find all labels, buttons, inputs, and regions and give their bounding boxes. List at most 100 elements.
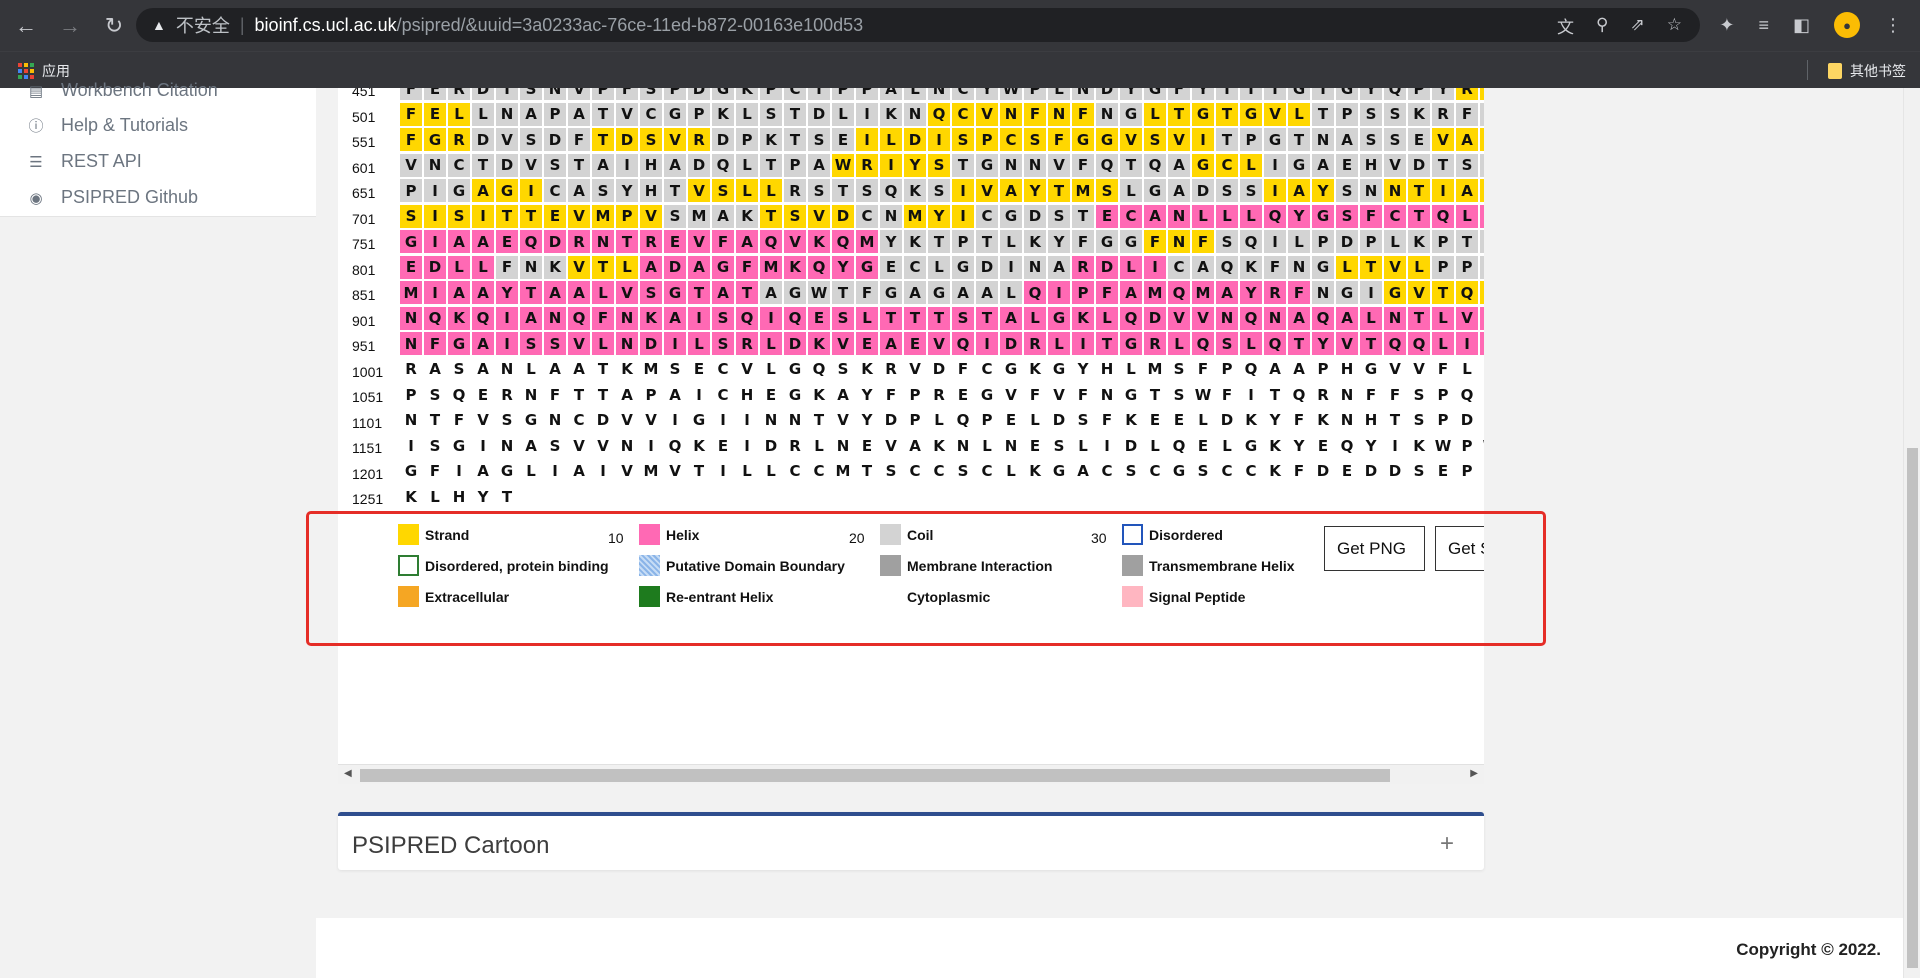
residue-cell: L bbox=[808, 434, 830, 457]
residue-cell: T bbox=[1216, 128, 1238, 151]
residue-cell: G bbox=[1120, 102, 1142, 126]
residue-cell: C bbox=[568, 408, 590, 432]
residue-cell: A bbox=[1168, 179, 1190, 202]
sidebar-item-workbench-citation[interactable]: ▤ Workbench Citation bbox=[28, 80, 218, 101]
residue-cell: R bbox=[1144, 332, 1166, 355]
scroll-left-icon[interactable]: ◀ bbox=[344, 768, 352, 779]
residue-cell: S bbox=[712, 306, 734, 330]
side-panel-icon[interactable]: ◧ bbox=[1793, 15, 1810, 36]
residue-cell: I bbox=[952, 179, 974, 202]
residue-cell: R bbox=[1312, 383, 1334, 406]
profile-avatar[interactable]: ● bbox=[1834, 12, 1860, 38]
vertical-scroll-thumb[interactable] bbox=[1907, 448, 1918, 968]
residue-cell: T bbox=[1072, 204, 1094, 228]
residue-cell: T bbox=[1288, 128, 1310, 151]
residue-cell: E bbox=[664, 230, 686, 253]
expand-plus-icon[interactable]: + bbox=[1440, 830, 1454, 858]
residue-cell: D bbox=[1192, 179, 1214, 202]
row-number: 851 bbox=[352, 287, 376, 303]
coil-swatch bbox=[880, 524, 901, 545]
sidebar-item-github[interactable]: ◉ PSIPRED Github bbox=[28, 187, 198, 208]
residue-cell: R bbox=[568, 230, 590, 253]
residue-cell: I bbox=[952, 204, 974, 228]
residue-cell: Y bbox=[1072, 357, 1094, 381]
residue-cell: V bbox=[400, 153, 422, 177]
bookmark-star-icon[interactable]: ☆ bbox=[1667, 15, 1682, 35]
residue-cell: F bbox=[616, 88, 638, 100]
residue-cell: C bbox=[904, 459, 926, 483]
horizontal-scrollbar[interactable]: ◀ ▶ bbox=[338, 764, 1484, 784]
residue-cell: V bbox=[616, 459, 638, 483]
residue-cell: R bbox=[400, 357, 422, 381]
residue-cell: N bbox=[1168, 230, 1190, 253]
forward-icon[interactable]: → bbox=[52, 8, 88, 44]
residue-cell: S bbox=[1336, 179, 1358, 202]
residue-cell: Q bbox=[736, 306, 758, 330]
residue-cell: I bbox=[496, 88, 518, 100]
residue-cell: G bbox=[448, 179, 470, 202]
horizontal-scroll-thumb[interactable] bbox=[360, 769, 1390, 782]
residue-cell: L bbox=[880, 128, 902, 151]
residue-cell: H bbox=[736, 383, 758, 406]
menu-icon[interactable]: ⋮ bbox=[1884, 15, 1902, 36]
residue-cell: C bbox=[952, 102, 974, 126]
residue-cell: N bbox=[1264, 306, 1286, 330]
residue-cell: Y bbox=[1288, 434, 1310, 457]
residue-cell: S bbox=[808, 128, 830, 151]
residue-cell: G bbox=[1192, 102, 1214, 126]
back-icon[interactable]: ← bbox=[8, 8, 44, 44]
residue-cell: L bbox=[520, 357, 542, 381]
address-bar[interactable]: ▲ 不安全 | bioinf.cs.ucl.ac.uk /psipred/&uu… bbox=[136, 8, 1700, 42]
sidebar-item-label: Workbench Citation bbox=[61, 80, 218, 100]
residue-cell: G bbox=[496, 179, 518, 202]
sidebar-item-rest-api[interactable]: ☰ REST API bbox=[28, 151, 141, 172]
residue-cell: G bbox=[856, 255, 878, 279]
legend-label: Re-entrant Helix bbox=[666, 588, 774, 605]
residue-cell: F bbox=[448, 408, 470, 432]
legend-label: Disordered, protein binding bbox=[425, 557, 609, 574]
residue-cell: I bbox=[520, 179, 542, 202]
residue-cell: K bbox=[1408, 230, 1430, 253]
reload-icon[interactable]: ↻ bbox=[96, 8, 132, 44]
residue-cell: V bbox=[1408, 281, 1430, 304]
residue-cell: G bbox=[1048, 306, 1070, 330]
other-bookmarks[interactable]: 其他书签 bbox=[1828, 61, 1906, 81]
residue-cell: S bbox=[1456, 153, 1478, 177]
residue-cell: L bbox=[448, 255, 470, 279]
translate-icon[interactable]: 文 bbox=[1557, 13, 1574, 38]
residue-cell: G bbox=[1144, 179, 1166, 202]
residue-cell: Y bbox=[1264, 408, 1286, 432]
extensions-icon[interactable]: ✦ bbox=[1719, 15, 1734, 36]
residue-cell: K bbox=[856, 357, 878, 381]
residue-cell: D bbox=[1384, 459, 1406, 483]
residue-cell: I bbox=[544, 459, 566, 483]
residue-cell: C bbox=[712, 357, 734, 381]
zoom-icon[interactable]: ⚲ bbox=[1596, 15, 1608, 35]
residue-cell: F bbox=[424, 459, 446, 483]
residue-cell: K bbox=[736, 204, 758, 228]
scroll-right-icon[interactable]: ▶ bbox=[1470, 768, 1478, 779]
reading-list-icon[interactable]: ≡ bbox=[1758, 15, 1769, 36]
residue-cell: L bbox=[688, 332, 710, 355]
row-number: 1051 bbox=[352, 389, 384, 405]
residue-cell: H bbox=[448, 485, 470, 508]
residue-cell: A bbox=[664, 153, 686, 177]
get-png-button[interactable]: Get PNG bbox=[1324, 526, 1425, 571]
vertical-scrollbar[interactable] bbox=[1903, 88, 1920, 978]
warning-icon[interactable]: ▲ bbox=[152, 17, 166, 33]
residue-cell: C bbox=[1216, 153, 1238, 177]
residue-cell: D bbox=[1216, 408, 1238, 432]
residue-cell: S bbox=[640, 128, 662, 151]
residue-cell: E bbox=[1144, 408, 1166, 432]
residue-cell: I bbox=[1456, 332, 1478, 355]
share-icon[interactable]: ⇗ bbox=[1631, 15, 1645, 35]
sidebar-item-help[interactable]: ⓘ Help & Tutorials bbox=[28, 115, 188, 136]
apps-shortcut[interactable]: 应用 bbox=[18, 61, 70, 81]
residue-cell: A bbox=[472, 230, 494, 253]
psipred-cartoon-panel[interactable]: PSIPRED Cartoon + bbox=[338, 812, 1484, 870]
residue-cell: A bbox=[568, 281, 590, 304]
residue-cell: L bbox=[1168, 332, 1190, 355]
residue-cell: C bbox=[712, 383, 734, 406]
residue-cell: I bbox=[760, 306, 782, 330]
get-svg-button[interactable]: Get SVG bbox=[1435, 526, 1484, 571]
